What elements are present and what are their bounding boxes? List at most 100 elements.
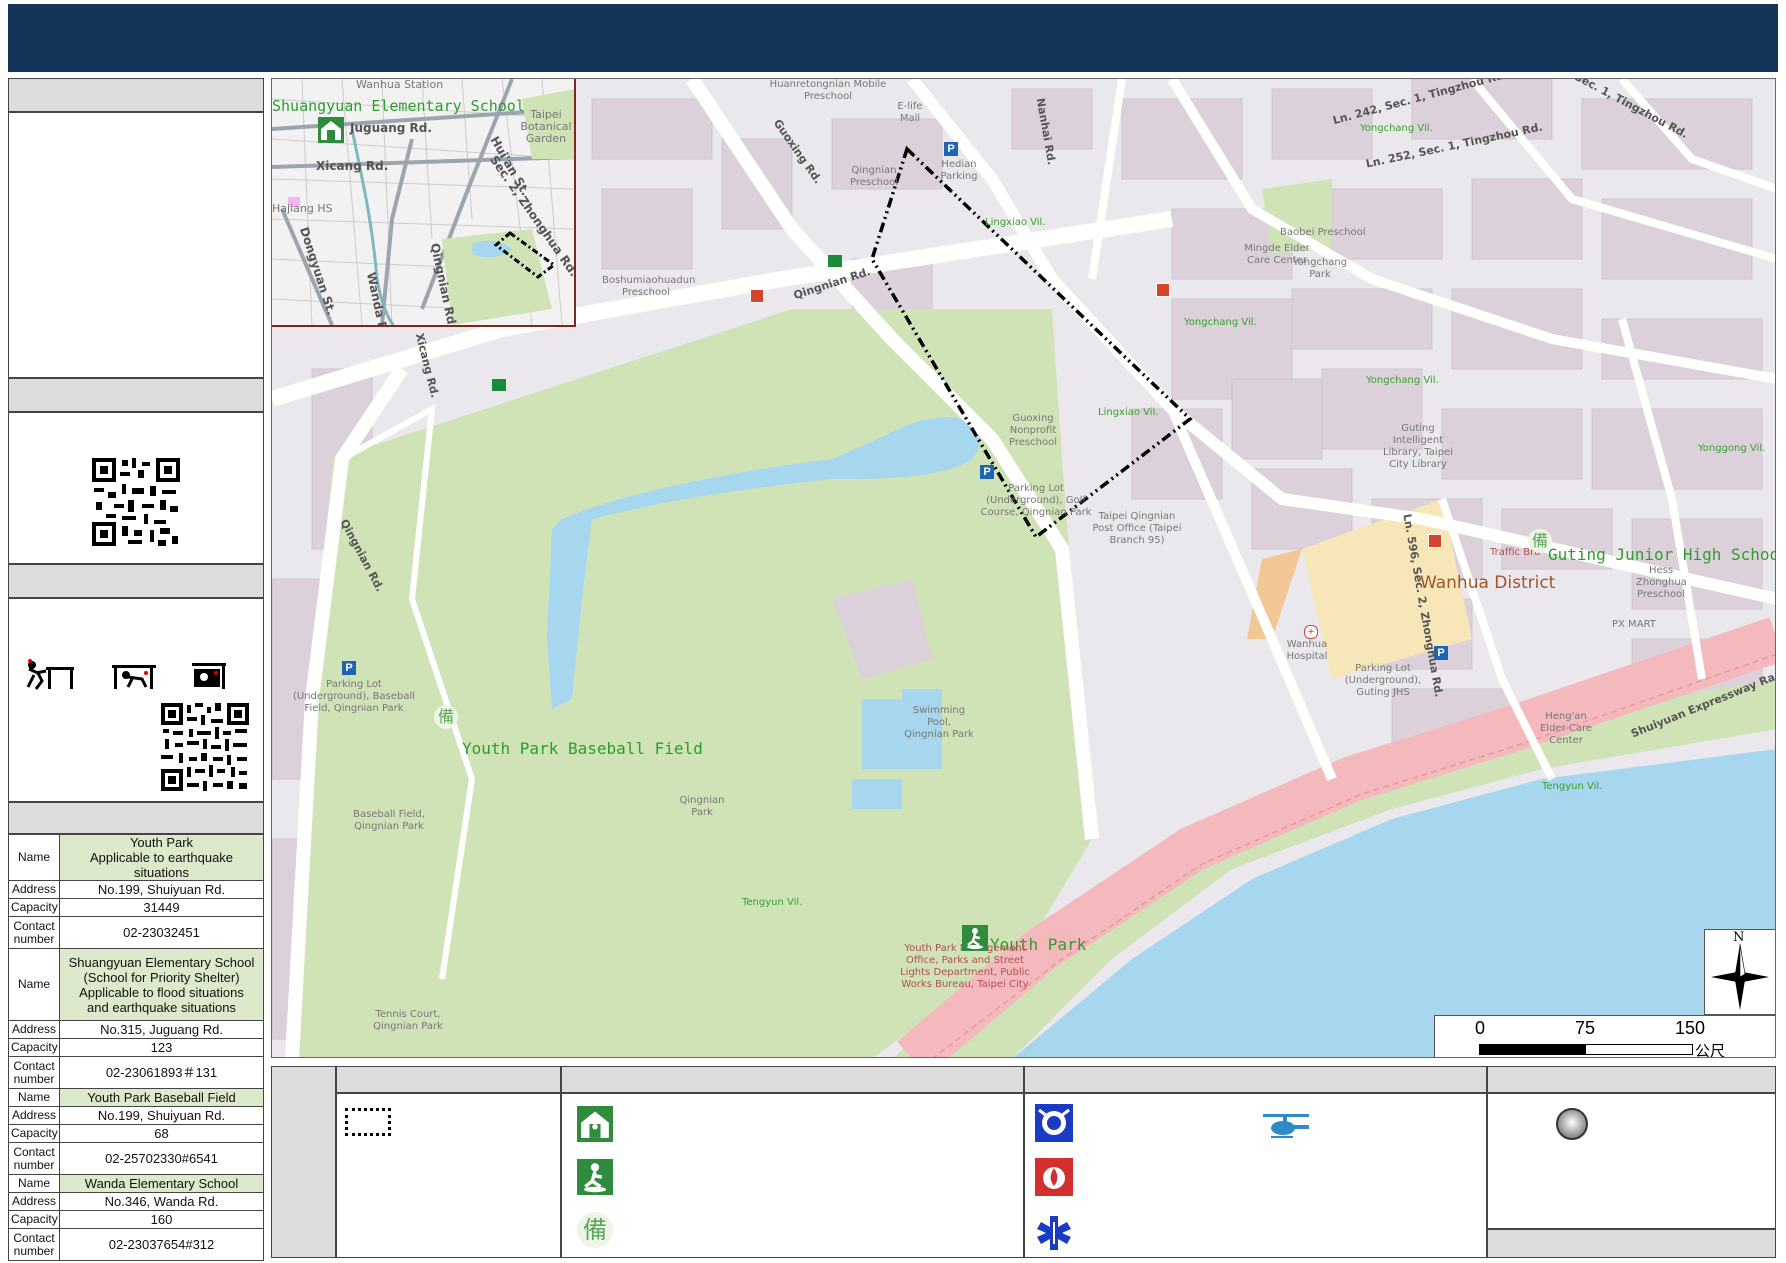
shelter-contact-key: Contact number: [8, 1228, 60, 1261]
north-label: N: [1733, 930, 1745, 945]
scale-tick-150: 150: [1675, 1018, 1706, 1038]
shelter-capacity-row: Capacity 31449: [8, 898, 264, 917]
shelter-contact-value: 02-23061893＃131: [59, 1056, 264, 1089]
shelter-capacity-row: Capacity 160: [8, 1210, 264, 1229]
parking-icon-2: P: [980, 465, 994, 479]
panel-header-location: [8, 78, 264, 112]
inset-poi-station: Wanhua Station: [356, 79, 444, 91]
village-yongchang-3: Yongchang Vil.: [1366, 375, 1439, 386]
shelter-capacity-row: Capacity 123: [8, 1038, 264, 1057]
shelter-contact-value: 02-23032451: [59, 916, 264, 949]
scale-unit: 公尺: [1695, 1042, 1726, 1058]
helicopter-icon: [1263, 1114, 1309, 1138]
shelter-address-key: Address: [8, 880, 60, 899]
shelter-contact-row: Contact number 02-23061893＃131: [8, 1056, 264, 1089]
shelter-contact-row: Contact number 02-23037654#312: [8, 1228, 264, 1261]
poi-swimming-pool: Swimming Pool, Qingnian Park: [904, 705, 974, 740]
shelter-address-value: No.199, Shuiyuan Rd.: [59, 880, 264, 899]
reserve-shelter-icon: 備: [577, 1212, 613, 1248]
hold-on-icon: [192, 663, 226, 689]
panel-location-box: [8, 112, 264, 378]
poi-hengan: Heng'an Elder Care Center: [1539, 711, 1593, 746]
shelter-capacity-value: 31449: [59, 898, 264, 917]
parking-icon-4: P: [1434, 646, 1448, 660]
shelter-capacity-value: 123: [59, 1038, 264, 1057]
shelter-capacity-key: Capacity: [8, 1124, 60, 1143]
village-yonggong: Yonggong Vil.: [1698, 443, 1766, 454]
qr-code-icon-2[interactable]: [161, 703, 249, 791]
shelter-contact-value: 02-23037654#312: [59, 1228, 264, 1261]
shelter-name-row: Name Wanda Elementary School: [8, 1174, 264, 1193]
shelter-contact-value: 02-25702330#6541: [59, 1142, 264, 1175]
shelter-name-key: Name: [8, 1174, 60, 1193]
inset-school-label: Shuangyuan Elementary School: [272, 97, 525, 115]
shelter-address-key: Address: [8, 1020, 60, 1039]
legend-footer-4: [1487, 1229, 1776, 1258]
poi-qingnian-preschool: Qingnian Preschool: [850, 165, 898, 188]
shelter-name-key: Name: [8, 1088, 60, 1107]
poi-elife-mall: E-life Mall: [897, 101, 923, 124]
scale-bar: 0 75 150 公尺: [1434, 1015, 1775, 1058]
shelter-capacity-key: Capacity: [8, 898, 60, 917]
shelter-table: Name Youth Park Applicable to earthquake …: [8, 834, 264, 1261]
poi-guoxing-preschool: Guoxing Nonprofit Preschool: [1009, 413, 1057, 448]
shelter-capacity-value: 160: [59, 1210, 264, 1229]
convenience-store-icon-3: [1428, 534, 1442, 548]
shelter-contact-row: Contact number 02-25702330#6541: [8, 1142, 264, 1175]
legend-header-3: [1024, 1066, 1487, 1093]
village-tengyun-2: Tengyun Vil.: [1542, 781, 1603, 792]
parking-icon-3: P: [944, 142, 958, 156]
bus-icon-2: [492, 379, 506, 391]
shelter-address-row: Address No.346, Wanda Rd.: [8, 1192, 264, 1211]
map-view[interactable]: Shuangyuan Elementary School Xicang Rd. …: [271, 78, 1776, 1058]
title-bar: [8, 4, 1778, 72]
shelter-address-value: No.315, Juguang Rd.: [59, 1020, 264, 1039]
shelter-name-value: Wanda Elementary School: [59, 1174, 264, 1193]
reserve-icon-2[interactable]: 備: [1528, 529, 1552, 553]
village-lingxiao-1: Lingxiao Vil.: [985, 217, 1046, 228]
shelter-name-row: Name Shuangyuan Elementary School (School…: [8, 948, 264, 1021]
shelter-name-value: Youth Park Baseball Field: [59, 1088, 264, 1107]
legend-header-1: [336, 1066, 561, 1093]
poi-baseball-field: Baseball Field, Qingnian Park: [353, 809, 425, 832]
village-lingxiao-2: Lingxiao Vil.: [1098, 407, 1159, 418]
poi-guting-parking: Parking Lot (Underground), Guting JHS: [1344, 663, 1422, 698]
shelter-address-key: Address: [8, 1192, 60, 1211]
panel-earthquake-box: [8, 598, 264, 802]
shelter-address-key: Address: [8, 1106, 60, 1125]
medical-icon: [1037, 1216, 1071, 1250]
poi-tennis-court: Tennis Court, Qingnian Park: [373, 1009, 443, 1032]
shelter-address-row: Address No.199, Shuiyuan Rd.: [8, 1106, 264, 1125]
poi-yongchang-park: Yongchang Park: [1292, 257, 1348, 280]
refuge-park-icon: [577, 1159, 613, 1195]
refuge-park-icon-map[interactable]: [962, 925, 988, 951]
inset-road-xicang: Xicang Rd.: [316, 159, 389, 173]
poi-boshumiao: Boshumiaohuadun Preschool: [602, 275, 696, 298]
inset-poi-hs: Hajiang HS: [272, 202, 333, 215]
shelter-contact-key: Contact number: [8, 916, 60, 949]
label-wanhua-district: Wanhua District: [1420, 573, 1556, 593]
convenience-store-icon-1: [750, 289, 764, 303]
emergency-shelter-icon: [577, 1106, 613, 1142]
emergency-shelter-icon-inset[interactable]: [318, 117, 344, 143]
shelter-name-row: Name Youth Park Applicable to earthquake …: [8, 834, 264, 881]
shelter-address-row: Address No.315, Juguang Rd.: [8, 1020, 264, 1039]
hospital-icon: +: [1304, 625, 1318, 639]
shelter-address-row: Address No.199, Shuiyuan Rd.: [8, 880, 264, 899]
legend-box-2: 備: [561, 1093, 1024, 1258]
shelter-contact-key: Contact number: [8, 1056, 60, 1089]
poi-post-office: Taipei Qingnian Post Office (Taipei Bran…: [1092, 511, 1182, 546]
scale-bar-white: [1585, 1044, 1693, 1055]
reserve-icon-1[interactable]: 備: [434, 705, 458, 729]
police-icon: [1035, 1104, 1073, 1142]
poi-golf-parking: Parking Lot (Underground), Golf Course, …: [980, 483, 1092, 518]
scale-tick-75: 75: [1575, 1018, 1596, 1038]
panel-header-qrcode: [8, 378, 264, 412]
shelter-name-row: Name Youth Park Baseball Field: [8, 1088, 264, 1107]
shelter-capacity-key: Capacity: [8, 1038, 60, 1057]
convenience-store-icon-2: [1156, 283, 1170, 297]
shelter-capacity-value: 68: [59, 1124, 264, 1143]
cover-icon: [112, 665, 156, 689]
village-yongchang-1: Yongchang Vil.: [1360, 123, 1433, 134]
qr-code-icon[interactable]: [92, 458, 180, 546]
